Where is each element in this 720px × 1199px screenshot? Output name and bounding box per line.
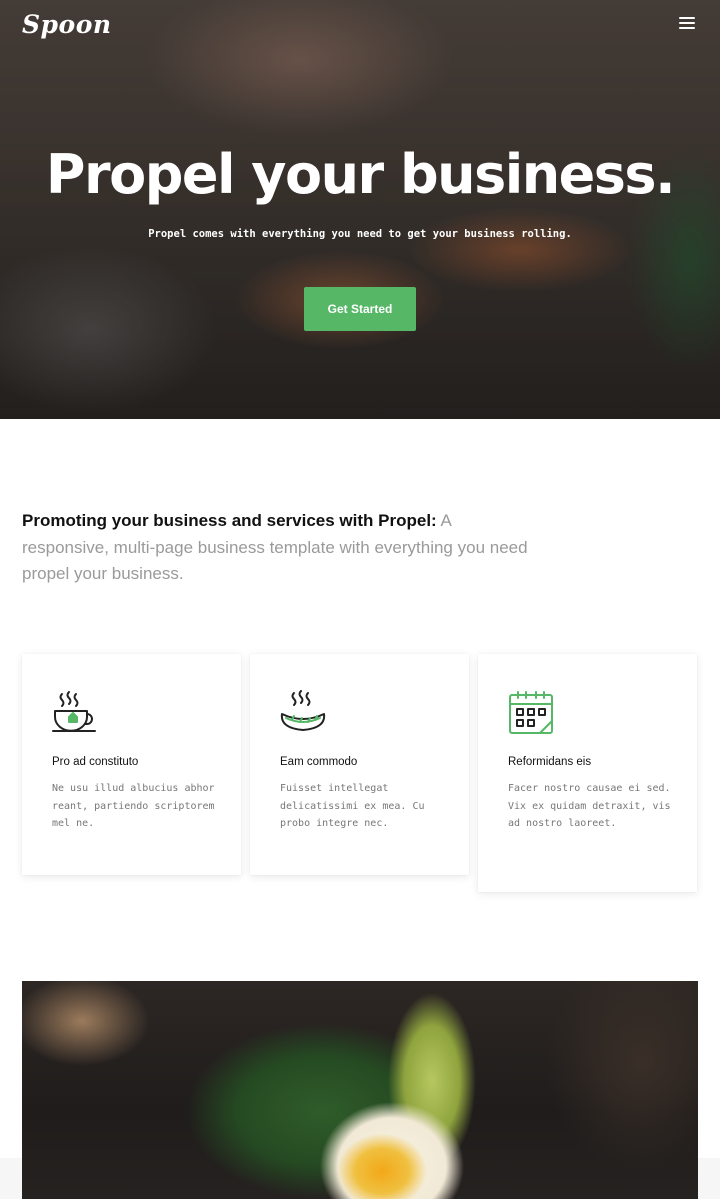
hero-title: Propel your business. <box>45 143 676 206</box>
feature-card: Eam commodo Fuisset intellegat delicatis… <box>250 654 469 875</box>
tea-cup-icon <box>52 691 96 732</box>
intro-lead: Promoting your business and services wit… <box>22 511 437 530</box>
hamburger-menu-icon[interactable] <box>679 17 695 31</box>
feature-text: Facer nostro causae ei sed. Vix ex quida… <box>508 783 671 829</box>
feature-title: Pro ad constituto <box>52 756 139 768</box>
feature-text: Ne usu illud albucius abhor reant, parti… <box>52 783 215 829</box>
site-logo[interactable]: Spoon <box>22 10 116 40</box>
feature-card: Pro ad constituto Ne usu illud albucius … <box>22 654 241 875</box>
hero-background-photo <box>0 0 720 419</box>
get-started-button[interactable]: Get Started <box>304 287 416 331</box>
intro-paragraph: Promoting your business and services wit… <box>22 508 532 588</box>
hero-section: Spoon Propel your business. Propel comes… <box>0 0 720 419</box>
sausage-grill-icon <box>280 690 326 731</box>
feature-text: Fuisset intellegat delicatissimi ex mea.… <box>280 783 425 829</box>
feature-title: Eam commodo <box>280 756 358 768</box>
feature-card: Reformidans eis Facer nostro causae ei s… <box>478 654 697 892</box>
food-photo <box>22 981 698 1199</box>
feature-title: Reformidans eis <box>508 756 592 768</box>
hero-subtitle: Propel comes with everything you need to… <box>148 228 572 240</box>
calendar-icon <box>509 691 553 734</box>
